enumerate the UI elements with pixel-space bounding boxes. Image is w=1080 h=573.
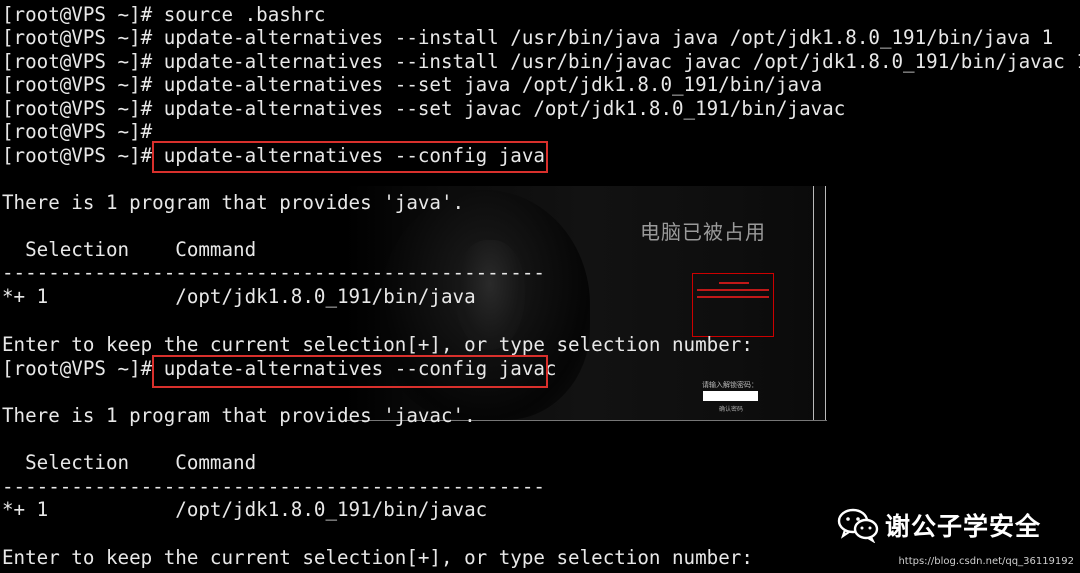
terminal-line: [root@VPS ~]# source .bashrc <box>2 3 326 26</box>
terminal-line: [root@VPS ~]# update-alternatives --set … <box>2 97 846 120</box>
wechat-watermark: 谢公子学安全 <box>837 507 1041 543</box>
terminal-line: [root@VPS ~]# update-alternatives --inst… <box>2 26 1054 49</box>
terminal-line: Selection Command <box>2 451 257 474</box>
terminal-window[interactable]: 电脑已被占用 请输入解锁密码： 确认密码 [root@VPS ~]# sourc… <box>0 0 1080 573</box>
computer-occupied-title: 电脑已被占用 <box>640 220 766 244</box>
terminal-line: ----------------------------------------… <box>2 261 545 284</box>
terminal-line: There is 1 program that provides 'java'. <box>2 191 465 214</box>
source-url: https://blog.csdn.net/qq_36119192 <box>898 556 1074 567</box>
password-label: 请输入解锁密码： <box>702 381 758 389</box>
password-input[interactable] <box>703 391 758 401</box>
warning-box <box>692 273 774 337</box>
warning-text-line <box>719 282 749 284</box>
terminal-line: Selection Command <box>2 238 257 261</box>
highlight-box-config-javac <box>152 355 548 388</box>
terminal-line: ----------------------------------------… <box>2 475 545 498</box>
terminal-line: [root@VPS ~]# update-alternatives --inst… <box>2 50 1080 73</box>
terminal-line: [root@VPS ~]# <box>2 120 153 143</box>
highlight-box-config-java <box>152 141 548 173</box>
image-border-line <box>825 186 826 420</box>
terminal-line: Enter to keep the current selection[+], … <box>2 333 753 356</box>
terminal-line: *+ 1 /opt/jdk1.8.0_191/bin/java <box>2 285 476 308</box>
confirm-password-button[interactable]: 确认密码 <box>719 404 743 413</box>
image-border-line <box>813 186 814 420</box>
terminal-line: *+ 1 /opt/jdk1.8.0_191/bin/javac <box>2 498 488 521</box>
warning-text-line <box>697 296 769 298</box>
terminal-line: There is 1 program that provides 'javac'… <box>2 404 476 427</box>
terminal-line: Enter to keep the current selection[+], … <box>2 546 753 569</box>
warning-text-line <box>697 289 769 291</box>
terminal-line: [root@VPS ~]# update-alternatives --set … <box>2 73 823 96</box>
wechat-icon <box>837 508 879 543</box>
watermark-name: 谢公子学安全 <box>885 512 1042 541</box>
